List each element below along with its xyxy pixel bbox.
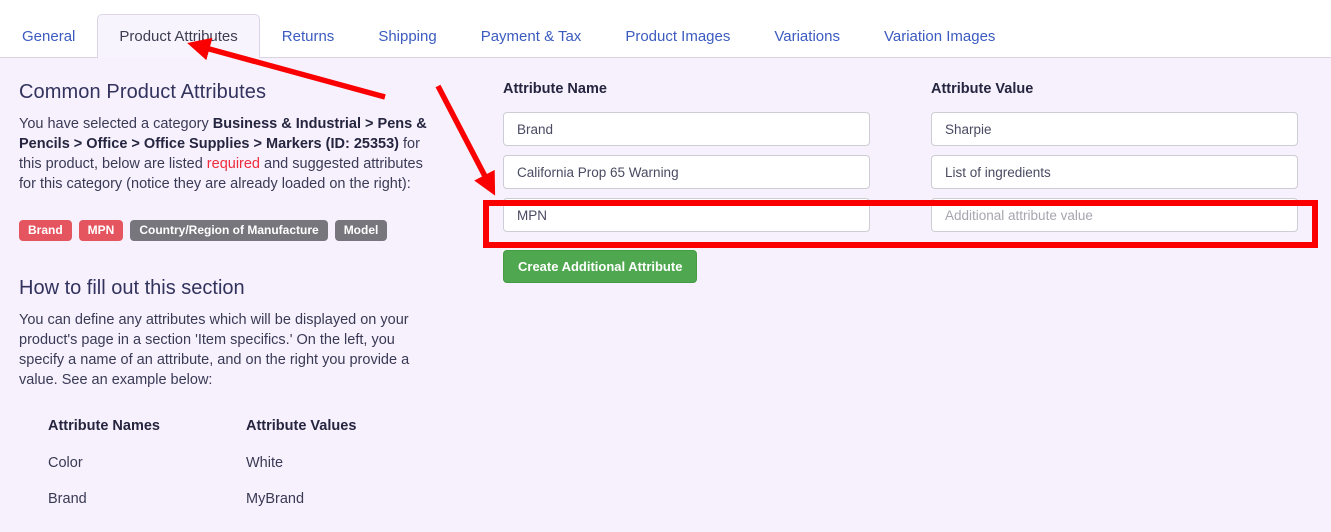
table-row: Brand MyBrand <box>48 491 388 527</box>
tab-returns[interactable]: Returns <box>260 14 357 58</box>
attribute-name-input-2[interactable] <box>503 155 870 189</box>
table-row: Color White <box>48 455 388 491</box>
example-attribute-value: White <box>246 455 284 471</box>
tab-label: Payment & Tax <box>480 28 582 45</box>
required-label: required <box>206 156 260 172</box>
tab-label: Variation Images <box>883 28 996 45</box>
attribute-value-column-header: Attribute Value <box>931 81 1034 97</box>
attribute-row-3 <box>503 198 1315 232</box>
badge-mpn: MPN <box>78 220 124 241</box>
tab-product-attributes[interactable]: Product Attributes <box>97 14 260 58</box>
attribute-value-input-2[interactable] <box>931 155 1298 189</box>
badge-model: Model <box>334 220 388 241</box>
attribute-name-column-header: Attribute Name <box>503 81 607 97</box>
attribute-value-cell <box>931 112 1315 146</box>
create-additional-attribute-button[interactable]: Create Additional Attribute <box>503 250 698 283</box>
attribute-form-headers: Attribute Name Attribute Value <box>503 81 1315 97</box>
tab-payment-tax[interactable]: Payment & Tax <box>459 14 604 58</box>
tab-bar: General Product Attributes Returns Shipp… <box>0 0 1331 58</box>
tab-list: General Product Attributes Returns Shipp… <box>0 13 1017 58</box>
attribute-form: Attribute Name Attribute Value Brand Sha… <box>503 81 1315 283</box>
tab-general[interactable]: General <box>0 14 97 58</box>
tab-shipping[interactable]: Shipping <box>356 14 458 58</box>
attribute-name-cell <box>503 155 931 189</box>
attribute-name-cell <box>503 198 931 232</box>
attribute-row-1 <box>503 112 1315 146</box>
badge-country-region-of-manufacture: Country/Region of Manufacture <box>130 220 328 241</box>
tab-label: General <box>22 28 76 45</box>
attribute-name-input-3[interactable] <box>503 198 870 232</box>
attribute-value-input-3[interactable] <box>931 198 1298 232</box>
howto-text: You can define any attributes which will… <box>19 312 410 388</box>
tab-label: Product Images <box>625 28 731 45</box>
attribute-name-input-1[interactable] <box>503 112 870 146</box>
badge-brand: Brand <box>19 220 72 241</box>
attribute-value-input-1[interactable] <box>931 112 1298 146</box>
content-area: Common Product Attributes You have selec… <box>0 58 1331 532</box>
tab-label: Variations <box>774 28 840 45</box>
tab-variation-images[interactable]: Variation Images <box>862 14 1017 58</box>
attribute-name-cell <box>503 112 931 146</box>
tab-variations[interactable]: Variations <box>752 14 862 58</box>
attribute-value-cell <box>931 155 1315 189</box>
attribute-row-2 <box>503 155 1315 189</box>
column-header-attribute-values: Attribute Values <box>246 418 357 434</box>
intro-text-part1: You have selected a category <box>19 116 213 132</box>
attribute-value-cell <box>931 198 1315 232</box>
category-description: You have selected a category Business & … <box>19 114 439 194</box>
attribute-badge-list: Brand MPN Country/Region of Manufacture … <box>19 220 439 241</box>
example-attribute-name: Brand <box>48 491 87 507</box>
page-title: Common Product Attributes <box>19 81 267 103</box>
table-header-row: Attribute Names Attribute Values <box>48 418 388 455</box>
tab-product-images[interactable]: Product Images <box>603 14 752 58</box>
tab-label: Shipping <box>378 28 437 45</box>
info-panel: Common Product Attributes You have selec… <box>19 81 439 527</box>
example-attribute-name: Color <box>48 455 83 471</box>
tab-label: Product Attributes <box>119 28 238 45</box>
column-header-attribute-names: Attribute Names <box>48 418 160 434</box>
example-table: Attribute Names Attribute Values Color W… <box>48 418 388 527</box>
tab-label: Returns <box>281 28 335 45</box>
howto-title: How to fill out this section <box>19 277 245 299</box>
example-attribute-value: MyBrand <box>246 491 305 507</box>
